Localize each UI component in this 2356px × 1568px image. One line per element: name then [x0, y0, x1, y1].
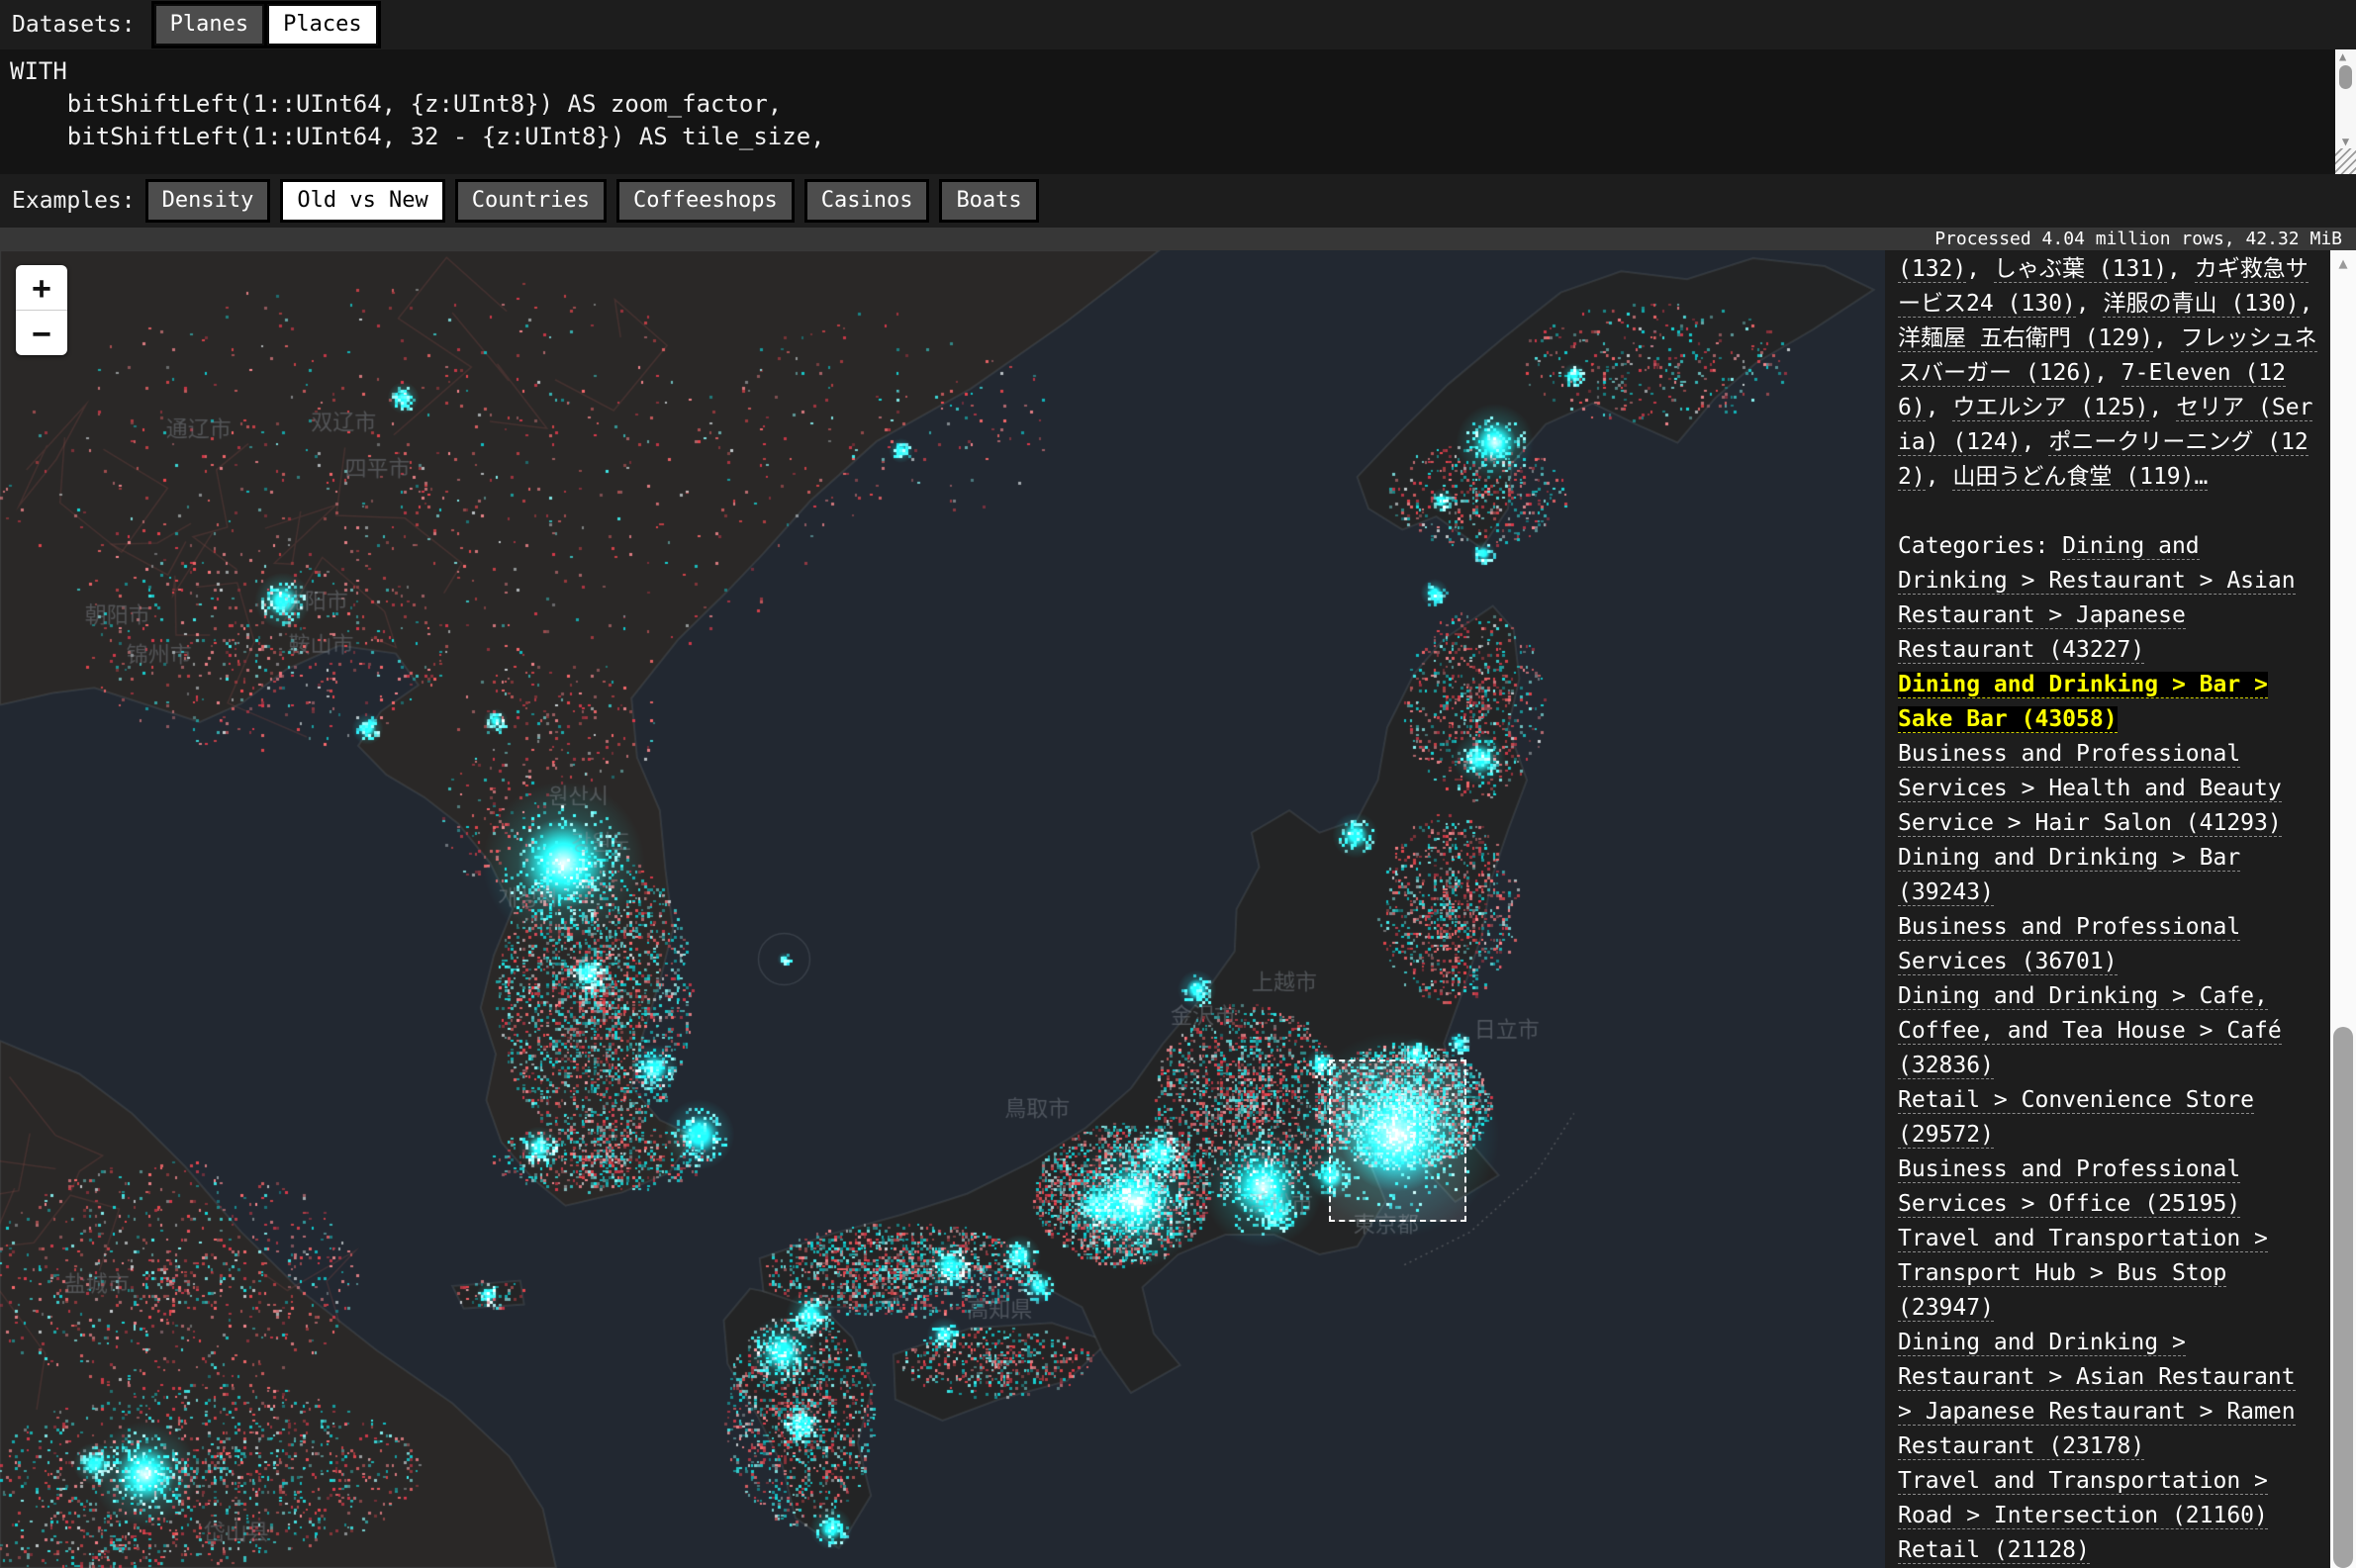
top-name-link[interactable]: 洋麺屋 五右衛門 (129)	[1898, 325, 2153, 352]
query-status-bar: Processed 4.04 million rows, 42.32 MiB	[0, 228, 2356, 250]
top-name-link[interactable]: (132)	[1898, 256, 1966, 283]
scroll-up-icon[interactable]: ▲	[2339, 49, 2352, 63]
example-button-coffeeshops[interactable]: Coffeeshops	[616, 179, 795, 223]
textarea-resize-handle[interactable]	[2335, 148, 2356, 174]
top-name-link[interactable]: 山田うどん食堂 (119)…	[1952, 464, 2208, 491]
category-link[interactable]: Business and Professional Services > Off…	[1898, 1156, 2240, 1218]
example-button-countries[interactable]: Countries	[455, 179, 607, 223]
zoom-out-button[interactable]: −	[16, 311, 67, 355]
map-area[interactable]: + −	[0, 250, 1885, 1568]
category-link[interactable]: Business and Professional Services (3670…	[1898, 914, 2240, 975]
category-link[interactable]: Dining and Drinking > Cafe, Coffee, and …	[1898, 983, 2282, 1079]
sidebar-scrollbar-thumb[interactable]	[2333, 1027, 2353, 1568]
examples-label: Examples:	[12, 188, 136, 214]
top-names-list: (132), しゃぶ葉 (131), カギ救急サービス24 (130), 洋服の…	[1898, 252, 2320, 495]
category-link[interactable]: Travel and Transportation > Road > Inter…	[1898, 1468, 2268, 1529]
map-selection-box[interactable]	[1329, 1060, 1466, 1222]
categories-label: Categories:	[1898, 533, 2062, 559]
sql-query-text[interactable]: WITH bitShiftLeft(1::UInt64, {z:UInt8}) …	[0, 49, 2356, 153]
sql-editor-scrollbar[interactable]: ▲ ▼	[2335, 49, 2356, 148]
dataset-button-planes[interactable]: Planes	[154, 4, 264, 46]
datasets-bar: Datasets: PlanesPlaces	[0, 0, 2356, 49]
map-zoom-control: + −	[16, 265, 67, 355]
dataset-button-places[interactable]: Places	[267, 4, 377, 46]
results-sidebar: (132), しゃぶ葉 (131), カギ救急サービス24 (130), 洋服の…	[1885, 250, 2330, 1568]
top-name-link[interactable]: ウエルシア (125)	[1952, 395, 2148, 421]
category-link[interactable]: Retail > Convenience Store (29572)	[1898, 1087, 2254, 1149]
datasets-button-group: PlanesPlaces	[151, 1, 381, 48]
map-canvas[interactable]	[0, 250, 1885, 1568]
top-name-link[interactable]: しゃぶ葉 (131)	[1994, 256, 2167, 283]
examples-button-group: DensityOld vs NewCountriesCoffeeshopsCas…	[136, 179, 1039, 223]
categories-list: Categories: Dining and Drinking > Restau…	[1898, 529, 2320, 1568]
category-link-highlighted[interactable]: Dining and Drinking > Bar > Sake Bar (43…	[1898, 672, 2268, 733]
datasets-label: Datasets:	[12, 12, 136, 38]
category-link[interactable]: Retail (21128)	[1898, 1537, 2090, 1564]
sidebar-scrollbar[interactable]: ▲	[2330, 250, 2356, 1568]
category-link[interactable]: Dining and Drinking > Restaurant > Asian…	[1898, 1330, 2296, 1460]
sql-editor[interactable]: WITH bitShiftLeft(1::UInt64, {z:UInt8}) …	[0, 49, 2356, 174]
example-button-casinos[interactable]: Casinos	[804, 179, 930, 223]
sql-scrollbar-thumb[interactable]	[2339, 65, 2352, 89]
category-link[interactable]: Business and Professional Services > Hea…	[1898, 741, 2282, 837]
example-button-boats[interactable]: Boats	[939, 179, 1038, 223]
scroll-up-icon[interactable]: ▲	[2330, 250, 2356, 276]
example-button-old-vs-new[interactable]: Old vs New	[280, 179, 444, 223]
category-link[interactable]: Dining and Drinking > Bar (39243)	[1898, 845, 2240, 906]
zoom-in-button[interactable]: +	[16, 265, 67, 310]
scroll-down-icon[interactable]: ▼	[2342, 135, 2349, 148]
category-link[interactable]: Travel and Transportation > Transport Hu…	[1898, 1226, 2268, 1322]
examples-bar: Examples: DensityOld vs NewCountriesCoff…	[0, 174, 2356, 228]
top-name-link[interactable]: 洋服の青山 (130)	[2103, 291, 2299, 318]
example-button-density[interactable]: Density	[145, 179, 271, 223]
